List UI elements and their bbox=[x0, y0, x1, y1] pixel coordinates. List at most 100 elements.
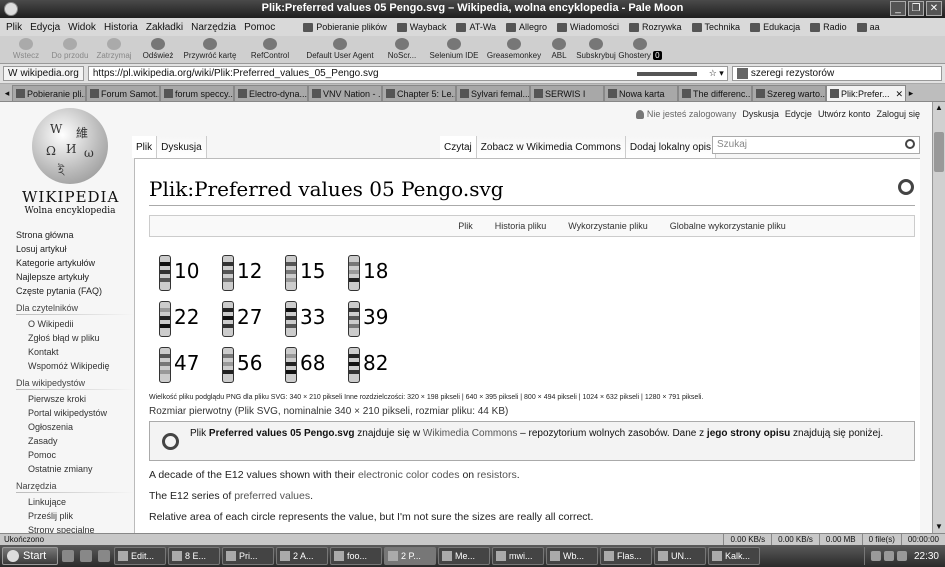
bookmark-item[interactable]: Allegro bbox=[505, 22, 547, 32]
commons-link[interactable]: Wikimedia Commons bbox=[423, 428, 517, 439]
resistor-image[interactable]: 10 12 15 18 22 27 33 39 47 56 68 82 bbox=[159, 251, 419, 387]
browser-tab[interactable]: The differenc... bbox=[678, 85, 752, 101]
sidebar-link[interactable]: Ogłoszenia bbox=[16, 422, 134, 432]
browser-tab[interactable]: SERWIS I bbox=[530, 85, 604, 101]
contributions-link[interactable]: Edycje bbox=[785, 109, 812, 119]
browser-tab[interactable]: Szereg warto... bbox=[752, 85, 826, 101]
reload-button[interactable]: Odśwież bbox=[136, 36, 180, 60]
sidebar-link[interactable]: Portal wikipedystów bbox=[16, 408, 134, 418]
refcontrol-button[interactable]: RefControl bbox=[240, 36, 300, 60]
window-titlebar[interactable]: Plik:Preferred values 05 Pengo.svg – Wik… bbox=[0, 0, 945, 18]
network-icon[interactable] bbox=[896, 551, 907, 561]
taskbar-item[interactable]: Me... bbox=[438, 547, 490, 565]
tab-view-commons[interactable]: Zobacz w Wikimedia Commons bbox=[476, 136, 626, 158]
wiki-search-input[interactable]: Szukaj bbox=[712, 136, 920, 154]
stop-button[interactable]: Zatrzymaj bbox=[92, 36, 136, 60]
browser-search-input[interactable]: szeregi rezystorów bbox=[731, 66, 942, 81]
menu-edit[interactable]: Edycja bbox=[30, 22, 60, 33]
vertical-scrollbar[interactable]: ▲ ▼ bbox=[932, 102, 945, 533]
scroll-thumb[interactable] bbox=[934, 132, 944, 172]
taskbar-item[interactable]: 2 A... bbox=[276, 547, 328, 565]
sidebar-link[interactable]: Najlepsze artykuły bbox=[16, 272, 134, 282]
volume-icon[interactable] bbox=[883, 551, 894, 561]
quicklaunch-icon[interactable] bbox=[62, 550, 74, 562]
back-button[interactable]: Wstecz bbox=[4, 36, 48, 60]
sidebar-link[interactable]: Kontakt bbox=[16, 347, 134, 357]
taskbar-item[interactable]: UN... bbox=[654, 547, 706, 565]
useragent-button[interactable]: Default User Agent bbox=[300, 36, 380, 60]
browser-tab[interactable]: Electro-dyna... bbox=[234, 85, 308, 101]
sidebar-link[interactable]: O Wikipedii bbox=[16, 319, 134, 329]
tray-icon[interactable] bbox=[870, 551, 881, 561]
taskbar-item[interactable]: 8 E... bbox=[168, 547, 220, 565]
star-icon[interactable]: ☆ ▾ bbox=[709, 67, 724, 80]
site-identity[interactable]: Wwikipedia.org bbox=[3, 66, 84, 81]
browser-tab[interactable]: Nowa karta bbox=[604, 85, 678, 101]
menu-tools[interactable]: Narzędzia bbox=[191, 22, 236, 33]
noscript-button[interactable]: NoScr... bbox=[380, 36, 424, 60]
wikipedia-logo[interactable]: W維 ΩИ ωই WIKIPEDIA Wolna encyklopedia bbox=[22, 108, 118, 218]
bookmark-item[interactable]: aa bbox=[856, 22, 880, 32]
taskbar-item[interactable]: Pri... bbox=[222, 547, 274, 565]
tab-discussion[interactable]: Dyskusja bbox=[157, 136, 207, 158]
preferred-values-link[interactable]: preferred values bbox=[234, 490, 310, 502]
sidebar-link[interactable]: Zasady bbox=[16, 436, 134, 446]
taskbar-item[interactable]: Flas... bbox=[600, 547, 652, 565]
abl-button[interactable]: ABL bbox=[544, 36, 574, 60]
bookmark-item[interactable]: Rozrywka bbox=[629, 22, 682, 32]
close-tab-icon[interactable]: ✕ bbox=[895, 87, 905, 101]
sidebar-link[interactable]: Prześlij plik bbox=[16, 511, 134, 521]
browser-tab-active[interactable]: Plik:Prefer... ✕ bbox=[826, 85, 906, 101]
restore-tab-button[interactable]: Przywróć kartę bbox=[180, 36, 240, 60]
quicklaunch-icon[interactable] bbox=[80, 550, 92, 562]
menu-view[interactable]: Widok bbox=[68, 22, 96, 33]
browser-tab[interactable]: Forum Samot... bbox=[86, 85, 160, 101]
sidebar-link[interactable]: Częste pytania (FAQ) bbox=[16, 286, 134, 296]
scroll-down-icon[interactable]: ▼ bbox=[934, 522, 944, 532]
sidebar-link[interactable]: Pierwsze kroki bbox=[16, 394, 134, 404]
menu-help[interactable]: Pomoc bbox=[244, 22, 275, 33]
forward-button[interactable]: Do przodu bbox=[48, 36, 92, 60]
tab-add-description[interactable]: Dodaj lokalny opis bbox=[625, 136, 717, 158]
sidebar-link[interactable]: Linkujące bbox=[16, 497, 134, 507]
sidebar-link[interactable]: Kategorie artykułów bbox=[16, 258, 134, 268]
taskbar-item[interactable]: Kalk... bbox=[708, 547, 760, 565]
menu-file[interactable]: Plik bbox=[6, 22, 22, 33]
bookmark-item[interactable]: AT-Wa bbox=[456, 22, 496, 32]
sidebar-link[interactable]: Ostatnie zmiany bbox=[16, 464, 134, 474]
taskbar-item[interactable]: mwi... bbox=[492, 547, 544, 565]
taskbar-item[interactable]: foo... bbox=[330, 547, 382, 565]
sidebar-link[interactable]: Pomoc bbox=[16, 450, 134, 460]
talk-link[interactable]: Dyskusja bbox=[742, 109, 779, 119]
subscribe-button[interactable]: Subskrybuj bbox=[574, 36, 618, 60]
tab-scroll-right-icon[interactable]: ▸ bbox=[906, 85, 916, 101]
bookmark-item[interactable]: Wayback bbox=[396, 22, 446, 32]
browser-tab[interactable]: Chapter 5: Le... bbox=[382, 85, 456, 101]
search-icon[interactable] bbox=[905, 139, 915, 149]
url-input[interactable]: https://pl.wikipedia.org/wiki/Plik:Prefe… bbox=[87, 66, 728, 81]
sidebar-link[interactable]: Losuj artykuł bbox=[16, 244, 134, 254]
create-account-link[interactable]: Utwórz konto bbox=[818, 109, 871, 119]
greasemonkey-button[interactable]: Greasemonkey bbox=[484, 36, 544, 60]
close-button[interactable]: ✕ bbox=[926, 1, 942, 16]
browser-tab[interactable]: Pobieranie pli... bbox=[12, 85, 86, 101]
commons-icon[interactable] bbox=[898, 179, 914, 195]
bookmark-item[interactable]: Radio bbox=[810, 22, 847, 32]
bookmark-item[interactable]: Wiadomości bbox=[557, 22, 619, 32]
browser-tab[interactable]: forum speccy... bbox=[160, 85, 234, 101]
bookmark-item[interactable]: Edukacja bbox=[750, 22, 800, 32]
sidebar-link[interactable]: Zgłoś błąd w pliku bbox=[16, 333, 134, 343]
sidebar-link[interactable]: Strony specjalne bbox=[16, 525, 134, 533]
minimize-button[interactable]: _ bbox=[890, 1, 906, 16]
start-button[interactable]: Start bbox=[2, 547, 58, 565]
tab-read[interactable]: Czytaj bbox=[440, 136, 477, 158]
toc-link-file[interactable]: Plik bbox=[458, 216, 473, 236]
sidebar-link[interactable]: Wspomóż Wikipedię bbox=[16, 361, 134, 371]
description-page-link[interactable]: jego strony opisu bbox=[707, 428, 790, 439]
browser-tab[interactable]: VNV Nation - ... bbox=[308, 85, 382, 101]
taskbar-item[interactable]: Wb... bbox=[546, 547, 598, 565]
toc-link-usage[interactable]: Wykorzystanie pliku bbox=[568, 216, 647, 236]
menu-history[interactable]: Historia bbox=[104, 22, 138, 33]
quicklaunch-icon[interactable] bbox=[98, 550, 110, 562]
scroll-up-icon[interactable]: ▲ bbox=[934, 103, 944, 113]
